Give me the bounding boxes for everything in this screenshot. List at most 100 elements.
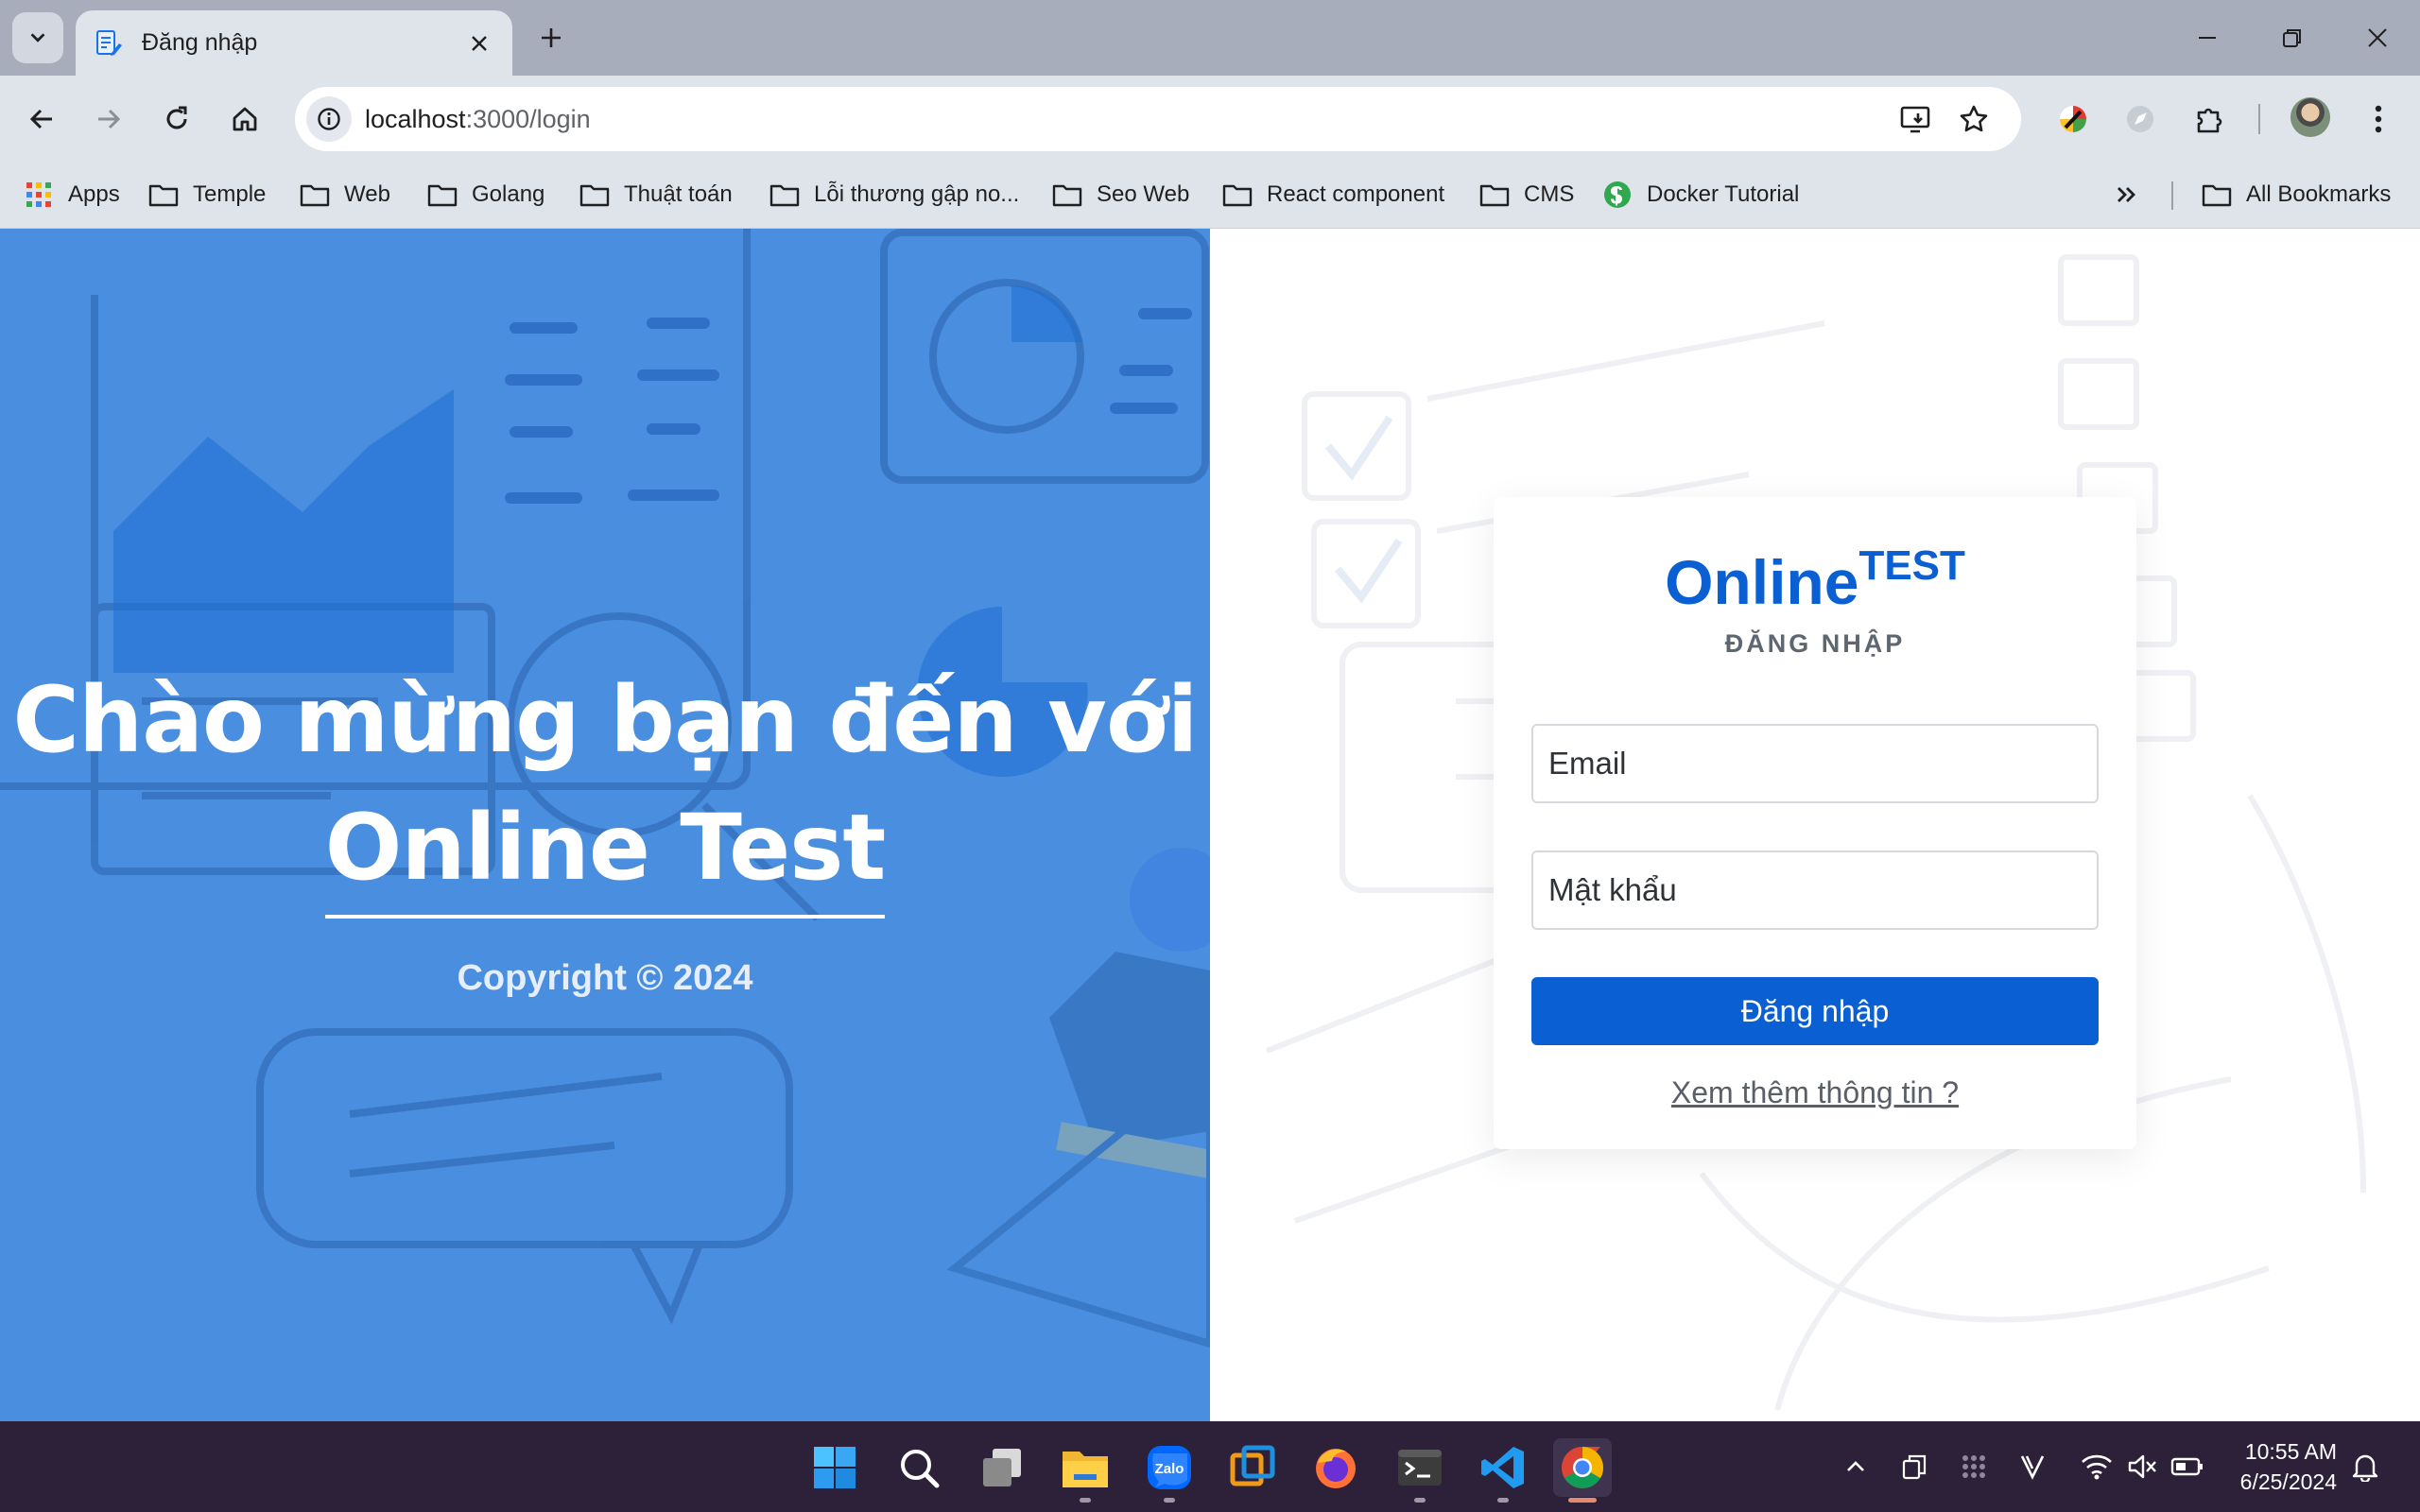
task-view-button[interactable] <box>973 1438 1031 1497</box>
folder-icon <box>1478 180 1511 209</box>
windows-taskbar: Zalo 10:55 AM 6/25/2024 <box>0 1421 2420 1512</box>
folder-icon <box>769 180 801 209</box>
bookmark-folder-golang[interactable]: Golang <box>426 174 544 215</box>
close-window-button[interactable] <box>2335 0 2420 76</box>
address-bar[interactable]: localhost:3000/login <box>295 87 2021 151</box>
hero-copyright: Copyright © 2024 <box>457 958 753 998</box>
taskbar-search-button[interactable] <box>890 1438 948 1497</box>
browser-menu-button[interactable] <box>2356 96 2401 142</box>
running-indicator <box>1497 1498 1509 1503</box>
app-button[interactable] <box>1223 1438 1282 1497</box>
profile-avatar[interactable] <box>2290 97 2330 137</box>
chrome-icon <box>1562 1447 1603 1488</box>
notifications-button[interactable] <box>2344 1446 2386 1487</box>
bookmark-folder-seo-web[interactable]: Seo Web <box>1051 174 1189 215</box>
login-card: OnlineTEST ĐĂNG NHẬP Đăng nhập Xem thêm … <box>1494 497 2136 1149</box>
zalo-button[interactable]: Zalo <box>1140 1438 1199 1503</box>
bookmark-label: Apps <box>68 181 120 207</box>
extension-colorful-button[interactable] <box>2050 96 2096 142</box>
back-button[interactable] <box>19 96 64 142</box>
tray-copy-button[interactable] <box>1893 1446 1935 1487</box>
email-field[interactable] <box>1531 724 2099 803</box>
reload-button[interactable] <box>154 96 199 142</box>
browser-toolbar: localhost:3000/login <box>0 76 2420 163</box>
bookmark-folder-loi-thuong-gap[interactable]: Lỗi thương gập no... <box>769 174 1019 215</box>
running-indicator <box>1414 1498 1426 1503</box>
chrome-button[interactable] <box>1553 1438 1612 1503</box>
wifi-icon <box>2082 1454 2112 1480</box>
wifi-button[interactable] <box>2076 1446 2118 1487</box>
show-hidden-icons-button[interactable] <box>1835 1446 1876 1487</box>
running-indicator <box>1164 1498 1175 1503</box>
more-vertical-icon <box>2375 105 2382 133</box>
url-path: :3000/login <box>465 105 591 133</box>
site-info-button[interactable] <box>306 96 352 142</box>
install-app-button[interactable] <box>1896 100 1934 138</box>
volume-button[interactable] <box>2121 1446 2163 1487</box>
apps-grid-icon <box>23 180 55 209</box>
tab-close-button[interactable] <box>463 27 495 60</box>
system-clock[interactable]: 10:55 AM 6/25/2024 <box>2223 1436 2337 1497</box>
home-button[interactable] <box>222 96 268 142</box>
password-field[interactable] <box>1531 850 2099 930</box>
new-tab-button[interactable] <box>532 19 570 57</box>
brand-logo: OnlineTEST <box>1494 542 2136 618</box>
folder-icon <box>1051 180 1083 209</box>
running-indicator <box>1080 1498 1091 1503</box>
arrow-right-icon <box>98 109 121 129</box>
forward-button[interactable] <box>86 96 131 142</box>
battery-button[interactable] <box>2167 1446 2208 1487</box>
vscode-button[interactable] <box>1474 1438 1532 1503</box>
bookmark-folder-web[interactable]: Web <box>299 174 390 215</box>
grid-dots-icon <box>1962 1455 1985 1478</box>
clock-date: 6/25/2024 <box>2239 1469 2337 1494</box>
battery-icon <box>2170 1457 2203 1476</box>
start-button[interactable] <box>805 1438 864 1497</box>
hero-text-block: Chào mừng bạn đến với Online Test Copyri… <box>0 654 1210 999</box>
vscode-icon <box>1481 1447 1524 1488</box>
login-button[interactable]: Đăng nhập <box>1531 977 2099 1045</box>
plus-icon <box>542 28 561 47</box>
home-icon <box>233 107 257 131</box>
login-heading: ĐĂNG NHẬP <box>1724 629 1906 658</box>
all-bookmarks-label: All Bookmarks <box>2246 181 2392 207</box>
bookmark-folder-cms[interactable]: CMS <box>1478 174 1574 215</box>
browser-tab-active[interactable]: Đăng nhập <box>76 10 512 76</box>
bookmarks-overflow-button[interactable] <box>2110 174 2155 215</box>
bookmark-docker-tutorial[interactable]: Docker Tutorial <box>1601 174 1799 215</box>
tray-grid-button[interactable] <box>1953 1446 1995 1487</box>
url-host: localhost <box>365 105 466 133</box>
file-explorer-button[interactable] <box>1056 1438 1115 1503</box>
search-icon <box>901 1450 940 1488</box>
folder-icon <box>2201 180 2233 209</box>
extensions-button[interactable] <box>2187 96 2232 142</box>
firefox-button[interactable] <box>1306 1438 1365 1497</box>
bookmark-apps[interactable]: Apps <box>23 174 120 215</box>
bookmark-folder-temple[interactable]: Temple <box>147 174 266 215</box>
close-icon <box>2368 28 2387 47</box>
bookmark-star-button[interactable] <box>1955 100 1993 138</box>
extension-compass-button[interactable] <box>2118 96 2163 142</box>
clock-time: 10:55 AM <box>2244 1439 2337 1464</box>
minimize-button[interactable] <box>2165 0 2250 76</box>
tab-search-button[interactable] <box>12 12 63 63</box>
app-icon <box>1230 1445 1275 1486</box>
hero-panel: Chào mừng bạn đến với Online Test Copyri… <box>0 229 1210 1421</box>
bookmark-folder-thuat-toan[interactable]: Thuật toán <box>579 174 733 215</box>
browser-tab-strip: Đăng nhập <box>0 0 2420 76</box>
bookmark-label: Web <box>344 181 390 207</box>
tray-vietnamese-input-button[interactable] <box>2012 1446 2053 1487</box>
bookmark-folder-react-component[interactable]: React component <box>1221 174 1444 215</box>
bookmarks-divider <box>2171 181 2173 210</box>
folder-icon <box>299 180 331 209</box>
windows-start-icon <box>814 1447 856 1488</box>
copy-icon <box>1902 1454 1927 1480</box>
all-bookmarks-button[interactable]: All Bookmarks <box>2201 174 2391 215</box>
more-info-link[interactable]: Xem thêm thông tin ? <box>1494 1075 2136 1110</box>
arrow-left-icon <box>29 109 52 129</box>
terminal-button[interactable] <box>1391 1438 1449 1503</box>
url-text: localhost:3000/login <box>365 105 591 134</box>
restore-button[interactable] <box>2250 0 2335 76</box>
folder-icon <box>426 180 458 209</box>
bookmark-label: Docker Tutorial <box>1647 181 1800 207</box>
